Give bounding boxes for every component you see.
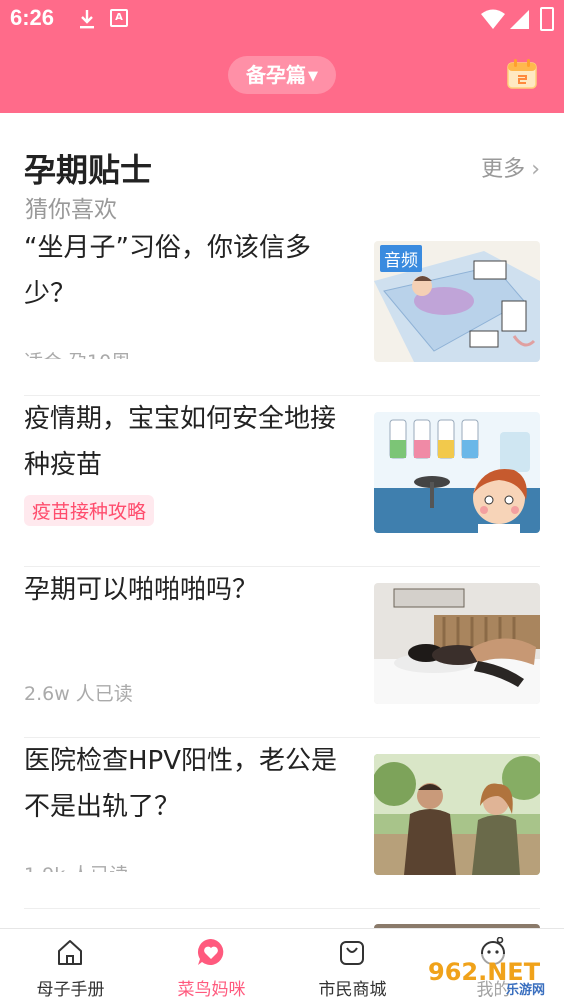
download-icon [80,10,94,29]
app-header: 6:26 A 备孕篇 ▼ [0,0,564,113]
more-link[interactable]: 更多 › [481,151,540,183]
article-thumbnail: 音频 [374,241,540,362]
shopping-bag-icon [340,941,364,965]
article-meta-clip: 1.9k 人已读 [24,846,324,872]
couple-arguing-photo [374,754,540,875]
tab-label: 母子手册 [36,980,105,1000]
watermark-text: 962.NET [428,958,541,986]
signal-icon [510,10,529,29]
more-label: 更多 [481,157,526,182]
article-title: 孕期可以啪啪啪吗？ [24,575,259,605]
tab-mother-child-handbook[interactable]: 母子手册 [0,929,141,1004]
audio-badge: 音频 [380,245,422,272]
watermark-sub: 乐游网 [506,982,545,998]
status-bar: 6:26 A [0,0,564,38]
heart-chat-icon [197,938,224,965]
watermark-logo: 962.NET 乐游网 [424,954,558,998]
article-meta: 2.6w 人已读 [24,683,133,705]
article-title: 疫情期，宝宝如何安全地接种疫苗 [24,404,337,480]
chevron-right-icon: › [531,157,540,182]
tab-citizen-mall[interactable]: 市民商城 [282,929,423,1004]
article-meta-clip: 适合 孕10周 [24,333,324,359]
article-title: 医院检查HPV阳性，老公是不是出轨了？ [24,746,338,822]
article-item-partial[interactable] [24,909,540,928]
article-meta: 1.9k 人已读 [24,860,128,872]
caret-down-icon: ▼ [308,69,318,84]
tab-rookie-mommy[interactable]: 菜鸟妈咪 [141,929,282,1004]
text-a-icon: A [110,9,128,27]
stage-selector-button[interactable]: 备孕篇 ▼ [228,56,336,94]
couple-bed-photo [374,583,540,704]
article-thumbnail [374,583,540,704]
section-subtitle: 猜你喜欢 [25,197,117,223]
article-thumbnail [374,412,540,533]
home-icon [58,940,82,965]
article-meta: 适合 孕10周 [24,347,130,359]
stage-selector-label: 备孕篇 [246,63,306,87]
section-title: 孕期贴士 [24,151,153,189]
article-thumbnail [374,754,540,875]
battery-icon [540,7,554,31]
article-item[interactable]: 医院检查HPV阳性，老公是不是出轨了？ 1.9k 人已读 [24,738,540,909]
article-item[interactable]: “坐月子”习俗，你该信多少？ 适合 孕10周 音频 [24,225,540,396]
wifi-icon [481,9,505,29]
article-title: “坐月子”习俗，你该信多少？ [24,233,311,309]
article-item[interactable]: 孕期可以啪啪啪吗？ 2.6w 人已读 [24,567,540,738]
calendar-icon[interactable] [506,58,538,90]
tab-label: 菜鸟妈咪 [177,980,246,1000]
tab-label: 市民商城 [318,980,387,1000]
article-tag: 疫苗接种攻略 [24,495,155,526]
status-time: 6:26 [10,5,55,30]
content-area: 孕期贴士 猜你喜欢 更多› “坐月子”习俗，你该信多少？ 适合 孕10周 音频 [0,113,564,928]
vaccine-illustration [374,412,540,533]
article-item[interactable]: 疫情期，宝宝如何安全地接种疫苗 疫苗接种攻略 [24,396,540,567]
